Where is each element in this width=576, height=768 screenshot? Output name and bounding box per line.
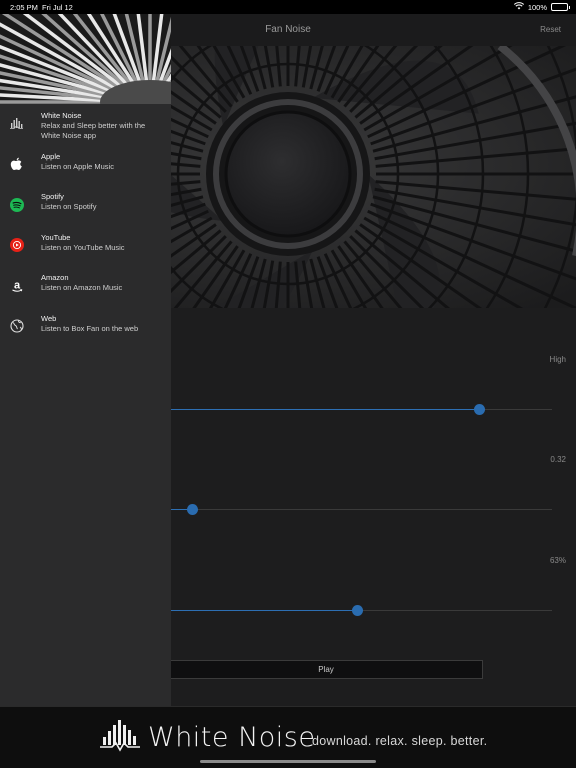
banner-tagline: download. relax. sleep. better. bbox=[312, 734, 488, 748]
status-date: Fri Jul 12 bbox=[42, 3, 73, 12]
speed-slider[interactable] bbox=[170, 403, 552, 417]
drawer-header-image bbox=[0, 14, 171, 104]
play-button[interactable]: Play bbox=[170, 660, 483, 679]
wifi-icon bbox=[513, 2, 524, 12]
svg-text:a: a bbox=[13, 279, 20, 291]
status-bar: 2:05 PM Fri Jul 12 100% bbox=[0, 0, 576, 14]
globe-icon bbox=[9, 319, 24, 334]
drawer-list: White Noise Relax and Sleep better with … bbox=[0, 110, 171, 353]
drawer-item-title: YouTube bbox=[41, 232, 71, 242]
spotify-icon bbox=[9, 197, 24, 212]
status-time: 2:05 PM bbox=[10, 3, 38, 12]
drawer-item-white-noise[interactable]: White Noise Relax and Sleep better with … bbox=[0, 110, 171, 151]
drawer-item-subtitle: Listen on YouTube Music bbox=[41, 242, 125, 252]
apple-icon bbox=[9, 157, 24, 172]
drawer-item-web[interactable]: Web Listen to Box Fan on the web bbox=[0, 313, 171, 354]
side-drawer: White Noise Relax and Sleep better with … bbox=[0, 14, 171, 706]
drawer-item-title: Spotify bbox=[41, 192, 64, 201]
youtube-icon bbox=[9, 238, 24, 253]
volume-slider-fill bbox=[170, 610, 358, 611]
drawer-item-youtube[interactable]: YouTube Listen on YouTube Music bbox=[0, 232, 171, 273]
home-indicator[interactable] bbox=[200, 760, 376, 763]
white-noise-banner[interactable]: White Noise download. relax. sleep. bett… bbox=[0, 706, 576, 768]
reset-button[interactable]: Reset bbox=[540, 25, 561, 34]
drawer-item-subtitle: Listen on Spotify bbox=[41, 202, 97, 211]
speed-slider-fill bbox=[170, 409, 480, 410]
drawer-item-subtitle: Listen on Amazon Music bbox=[41, 283, 123, 292]
pitch-slider[interactable] bbox=[170, 503, 552, 517]
drawer-item-subtitle: Listen to Box Fan on the web bbox=[41, 323, 139, 333]
battery-percent: 100% bbox=[527, 2, 547, 12]
drawer-item-title: Apple bbox=[41, 151, 61, 161]
drawer-item-apple[interactable]: Apple Listen on Apple Music bbox=[0, 151, 171, 192]
drawer-item-subtitle: Relax and Sleep better with the White No… bbox=[41, 121, 146, 140]
drawer-item-spotify[interactable]: Spotify Listen on Spotify bbox=[0, 191, 171, 232]
speed-value: High bbox=[549, 355, 566, 364]
speed-slider-thumb[interactable] bbox=[473, 404, 485, 415]
volume-slider-thumb[interactable] bbox=[351, 605, 363, 616]
drawer-item-title: Amazon bbox=[41, 273, 69, 282]
drawer-item-amazon[interactable]: a Amazon Listen on Amazon Music bbox=[0, 272, 171, 313]
status-right: 100% bbox=[513, 2, 570, 12]
pitch-slider-thumb[interactable] bbox=[187, 504, 199, 515]
drawer-item-title: White Noise bbox=[41, 111, 82, 120]
pitch-value: 0.32 bbox=[550, 455, 566, 464]
white-noise-icon bbox=[9, 116, 24, 131]
banner-brand: White Noise bbox=[148, 722, 316, 753]
drawer-item-title: Web bbox=[41, 313, 57, 323]
white-noise-logo-icon bbox=[100, 719, 140, 758]
battery-icon bbox=[551, 3, 570, 11]
volume-slider[interactable] bbox=[170, 604, 552, 618]
drawer-item-subtitle: Listen on Apple Music bbox=[41, 161, 114, 171]
volume-value: 63% bbox=[549, 556, 566, 565]
amazon-icon: a bbox=[9, 278, 24, 293]
